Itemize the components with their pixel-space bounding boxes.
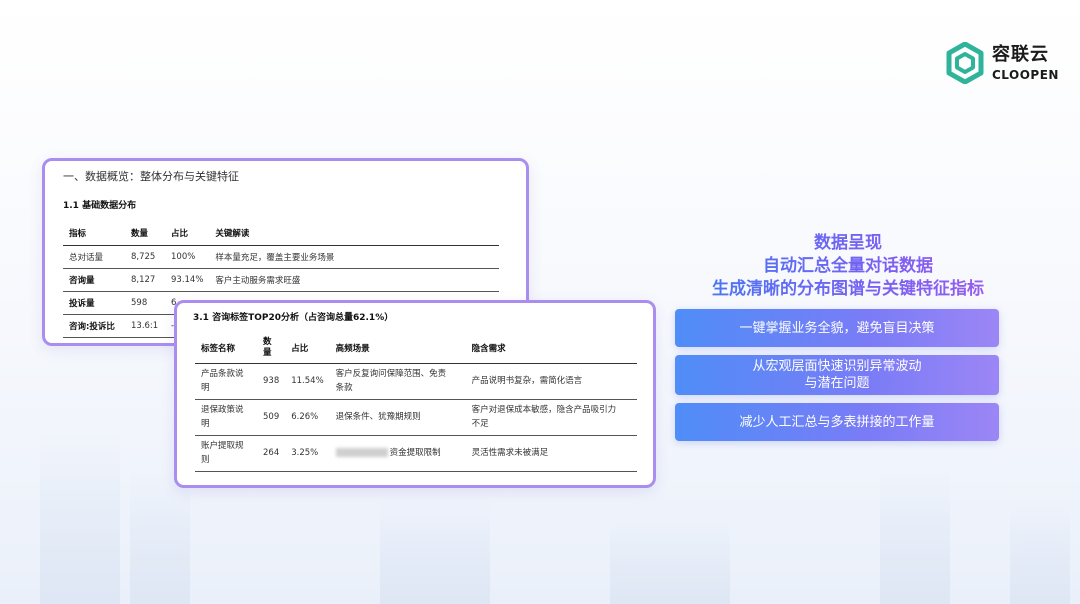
redacted-text bbox=[335, 448, 388, 457]
cell-text: 客户对退保成本敏感，隐含产品吸引力 bbox=[471, 405, 617, 416]
table-cell: 咨询量 bbox=[63, 268, 125, 292]
benefit-text: 一键掌握业务全貌，避免盲目决策 bbox=[739, 320, 935, 336]
column-header: 隐含需求 bbox=[465, 333, 637, 365]
brand-name-cn: 容联云 bbox=[992, 43, 1049, 65]
brand-logo: 容联云 CLOOPEN bbox=[946, 42, 1059, 84]
benefit-text: 与潜在问题 bbox=[804, 376, 870, 391]
consult-tag-table: 标签名称 数量 占比 高频场景 隐含需求 产品条款说明 938 11.54% 客… bbox=[195, 333, 637, 473]
benefit-pill: 减少人工汇总与多表拼接的工作量 bbox=[675, 403, 999, 441]
headline-line: 数据呈现 bbox=[660, 232, 1036, 255]
table-cell: 退保条件、犹豫期规则 bbox=[329, 399, 466, 437]
table-cell: 产品条款说明 bbox=[195, 363, 257, 401]
cell-text: 不足 bbox=[471, 418, 489, 429]
consult-tag-top20-card: 3.1 咨询标签TOP20分析（占咨询总量62.1%） 标签名称 数量 占比 高… bbox=[174, 300, 656, 488]
cell-text: 产品条款说 bbox=[201, 369, 244, 380]
table-cell: 样本量充足，覆盖主要业务场景 bbox=[209, 245, 499, 269]
column-header: 数量 bbox=[125, 221, 165, 246]
background-building bbox=[130, 470, 190, 604]
background-building bbox=[610, 520, 730, 604]
table-cell: 509 bbox=[257, 399, 286, 437]
cell-text: 明 bbox=[201, 418, 210, 429]
table-row: 账户提取规则 264 3.25% 资金提取限制 灵活性需求未被满足 bbox=[195, 435, 637, 473]
table-cell: 8,725 bbox=[125, 245, 165, 269]
benefit-pill: 一键掌握业务全貌，避免盲目决策 bbox=[675, 309, 999, 347]
header-text: 数 bbox=[263, 337, 272, 347]
cell-text: 明 bbox=[201, 382, 210, 393]
table-row: 产品条款说明 938 11.54% 客户反复询问保障范围、免责 条款 产品说明书复… bbox=[195, 363, 637, 401]
table-cell: 客户反复询问保障范围、免责 条款 bbox=[329, 363, 466, 401]
brand-name-en: CLOOPEN bbox=[992, 67, 1059, 82]
table-cell: 退保政策说明 bbox=[195, 399, 257, 437]
table-cell: 93.14% bbox=[165, 268, 210, 292]
headline-line: 自动汇总全量对话数据 bbox=[660, 255, 1036, 278]
benefit-text: 减少人工汇总与多表拼接的工作量 bbox=[739, 414, 935, 430]
table-cell: 264 bbox=[257, 435, 286, 473]
table-cell: 100% bbox=[165, 245, 210, 269]
column-header: 占比 bbox=[165, 221, 210, 246]
table-cell: 13.6:1 bbox=[125, 314, 165, 338]
table-header-row: 指标 数量 占比 关键解读 bbox=[63, 221, 499, 246]
column-header: 指标 bbox=[63, 221, 125, 246]
table-cell: 598 bbox=[125, 291, 165, 315]
headline-line: 生成清晰的分布图谱与关键特征指标 bbox=[660, 278, 1036, 301]
column-header: 高频场景 bbox=[329, 333, 466, 365]
table-row: 退保政策说明 509 6.26% 退保条件、犹豫期规则 客户对退保成本敏感，隐含… bbox=[195, 399, 637, 437]
table-row: 总对话量 8,725 100% 样本量充足，覆盖主要业务场景 bbox=[63, 245, 499, 269]
cell-text: 客户反复询问保障范围、免责 bbox=[335, 369, 447, 380]
background-building bbox=[380, 500, 490, 604]
header-text: 量 bbox=[263, 348, 272, 359]
background-building bbox=[1010, 500, 1070, 604]
table-row: 咨询量 8,127 93.14% 客户主动服务需求旺盛 bbox=[63, 268, 499, 292]
background-building bbox=[880, 470, 950, 604]
cell-text: 退保政策说 bbox=[201, 405, 244, 416]
table-cell: 客户对退保成本敏感，隐含产品吸引力 不足 bbox=[465, 399, 637, 437]
table-cell: 账户提取规则 bbox=[195, 435, 257, 473]
column-header: 关键解读 bbox=[209, 221, 499, 246]
table-cell: 3.25% bbox=[285, 435, 330, 473]
table-cell: 灵活性需求未被满足 bbox=[465, 435, 637, 473]
table-cell: 938 bbox=[257, 363, 286, 401]
benefit-pill: 从宏观层面快速识别异常波动 与潜在问题 bbox=[675, 355, 999, 395]
cell-text: 则 bbox=[201, 454, 210, 465]
column-header-qty: 数量 bbox=[257, 333, 286, 365]
table-cell: 资金提取限制 bbox=[329, 435, 466, 473]
table-cell: 8,127 bbox=[125, 268, 165, 292]
benefit-text: 从宏观层面快速识别异常波动 bbox=[752, 359, 922, 374]
column-header: 占比 bbox=[285, 333, 330, 365]
background-building bbox=[40, 430, 120, 604]
cell-text: 账户提取规 bbox=[201, 441, 244, 452]
table-cell: 6.26% bbox=[285, 399, 330, 437]
table-header-row: 标签名称 数量 占比 高频场景 隐含需求 bbox=[195, 333, 637, 365]
table-cell: 总对话量 bbox=[63, 245, 125, 269]
column-header: 标签名称 bbox=[195, 333, 257, 365]
table-cell: 咨询:投诉比 bbox=[63, 314, 125, 338]
subsection-title: 1.1 基础数据分布 bbox=[63, 201, 137, 211]
subsection-title: 3.1 咨询标签TOP20分析（占咨询总量62.1%） bbox=[193, 313, 394, 323]
table-cell: 11.54% bbox=[285, 363, 330, 401]
table-cell: 投诉量 bbox=[63, 291, 125, 315]
table-cell: 客户主动服务需求旺盛 bbox=[209, 268, 499, 292]
headline: 数据呈现 自动汇总全量对话数据 生成清晰的分布图谱与关键特征指标 bbox=[660, 232, 1036, 301]
section-title: 一、数据概览：整体分布与关键特征 bbox=[63, 170, 239, 183]
hexagon-logo-icon bbox=[946, 42, 984, 84]
table-cell: 产品说明书复杂，需简化语言 bbox=[465, 363, 637, 401]
cell-text: 条款 bbox=[335, 382, 353, 393]
cell-text: 资金提取限制 bbox=[389, 448, 441, 458]
